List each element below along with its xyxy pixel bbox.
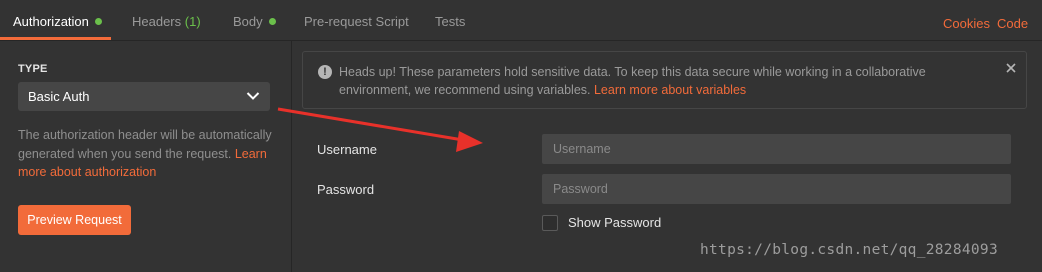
password-input[interactable] [542, 174, 1011, 204]
info-icon: ! [318, 65, 332, 79]
auth-type-label: TYPE [18, 63, 48, 75]
cookies-link[interactable]: Cookies [943, 0, 990, 40]
tab-body-label: Body [233, 14, 263, 29]
auth-type-select[interactable]: Basic Auth [18, 82, 270, 111]
code-link[interactable]: Code [997, 0, 1028, 40]
tab-pre-request-script-label: Pre-request Script [304, 14, 409, 29]
tab-pre-request-script[interactable]: Pre-request Script [304, 0, 409, 40]
watermark: https://blog.csdn.net/qq_28284093 [700, 242, 998, 258]
headers-count-badge: (1) [184, 14, 201, 29]
preview-request-button[interactable]: Preview Request [18, 205, 131, 235]
auth-type-value: Basic Auth [28, 89, 90, 104]
tab-body[interactable]: Body [233, 0, 276, 40]
learn-more-variables-link[interactable]: Learn more about variables [594, 83, 746, 97]
auth-description: The authorization header will be automat… [18, 126, 276, 182]
tab-headers-label: Headers [132, 14, 182, 29]
tab-tests-label: Tests [435, 14, 466, 29]
tab-authorization-label: Authorization [13, 14, 89, 29]
authorization-status-dot [94, 18, 102, 25]
auth-sidebar: TYPE Basic Auth The authorization header… [0, 41, 292, 272]
username-input[interactable] [542, 134, 1011, 164]
alert-message: Heads up! These parameters hold sensitiv… [339, 63, 989, 99]
tab-authorization[interactable]: Authorization [0, 0, 111, 40]
tab-headers[interactable]: Headers (1) [132, 0, 201, 40]
request-tab-bar: Authorization Headers (1) Body Pre-reque… [0, 0, 1042, 41]
tab-tests[interactable]: Tests [435, 0, 465, 40]
username-label: Username [317, 142, 377, 157]
show-password-label[interactable]: Show Password [568, 215, 661, 230]
auth-description-text: The authorization header will be automat… [18, 128, 272, 161]
body-status-dot [268, 18, 276, 25]
sensitive-data-alert: ! Heads up! These parameters hold sensit… [302, 51, 1027, 109]
password-label: Password [317, 182, 375, 197]
chevron-down-icon [246, 92, 260, 100]
show-password-checkbox[interactable] [542, 215, 558, 231]
close-icon[interactable] [1006, 63, 1016, 73]
